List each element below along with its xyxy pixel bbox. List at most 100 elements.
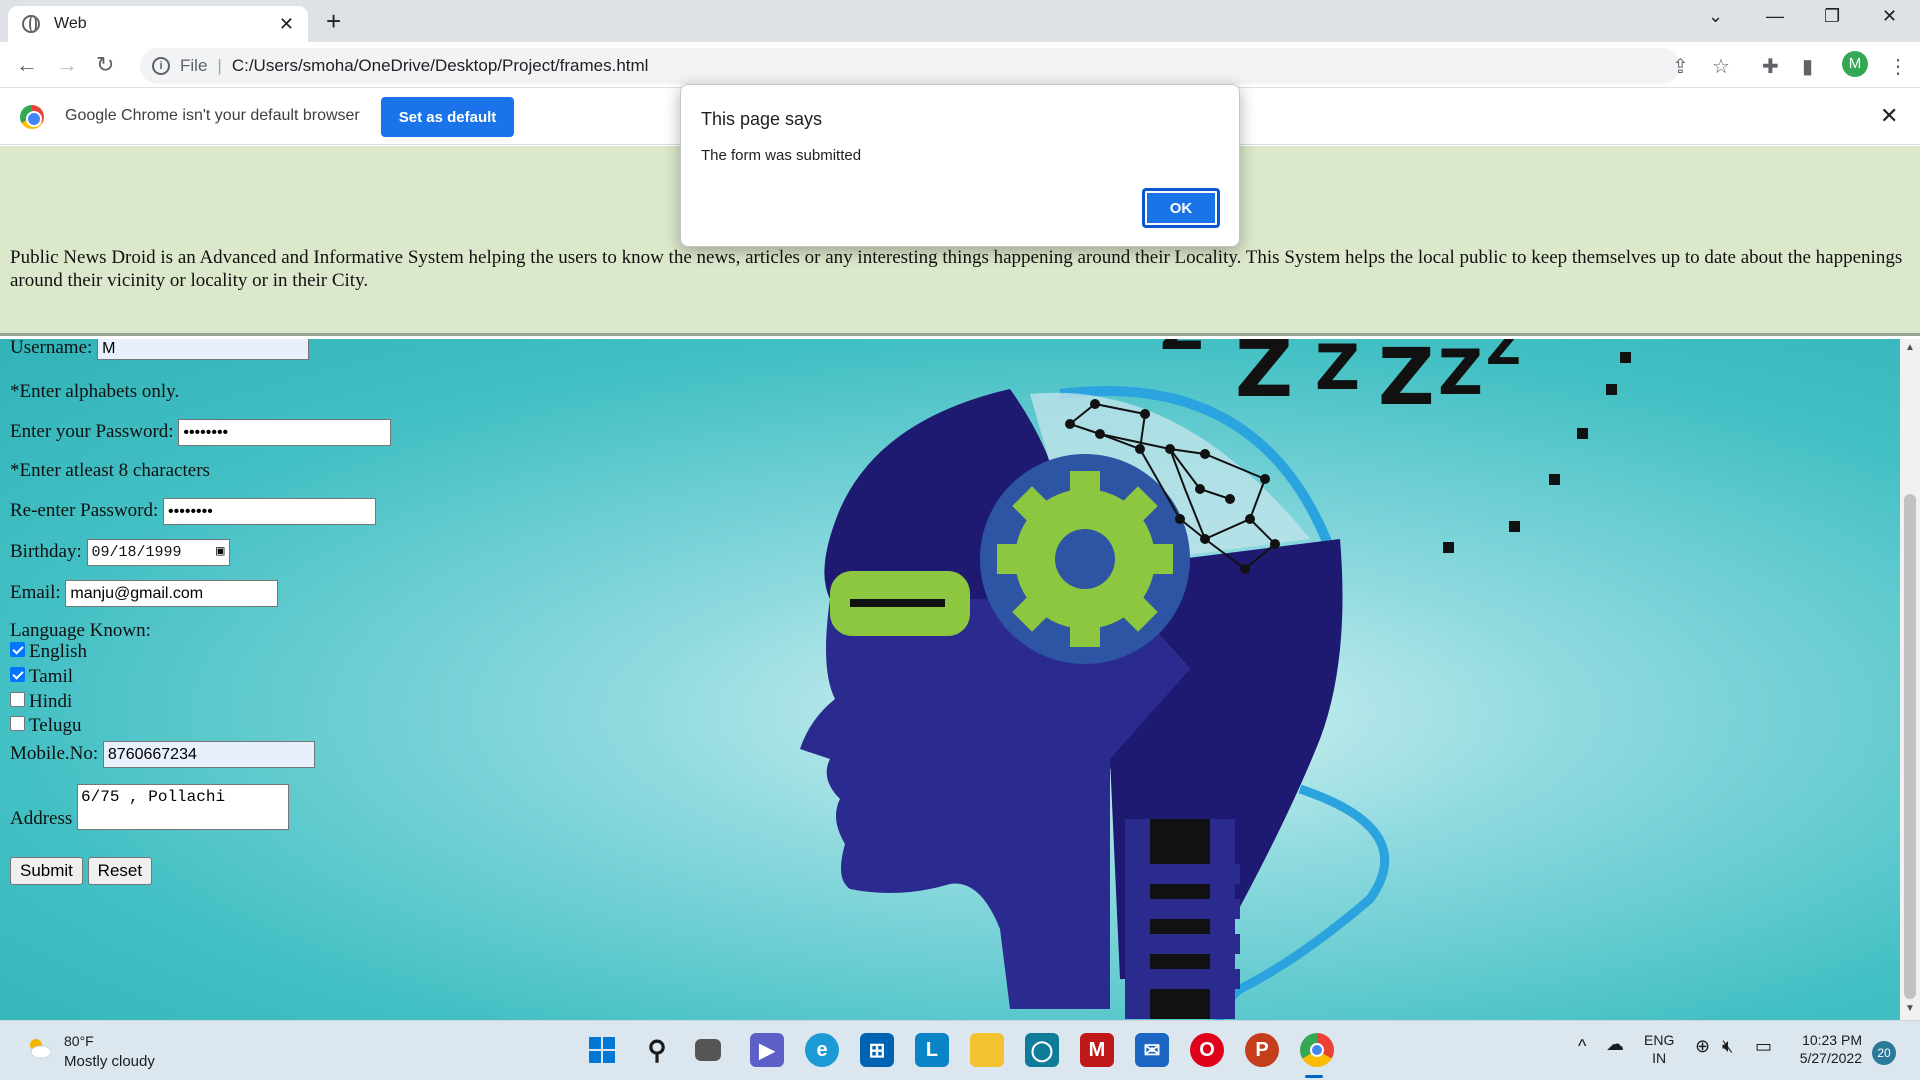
- close-tab-icon[interactable]: ✕: [279, 14, 294, 35]
- language-line1: ENG: [1644, 1032, 1675, 1048]
- svg-text:Z: Z: [1315, 339, 1360, 404]
- network-icon[interactable]: ⊕: [1695, 1037, 1710, 1055]
- password-input[interactable]: [178, 419, 392, 446]
- reset-button[interactable]: Reset: [87, 857, 153, 885]
- forward-icon[interactable]: →: [56, 52, 78, 78]
- opera-icon[interactable]: O: [1190, 1033, 1224, 1067]
- scroll-down-icon[interactable]: ▼: [1905, 1003, 1915, 1014]
- language-option-telugu[interactable]: Telugu: [10, 715, 82, 737]
- email-input[interactable]: [65, 580, 279, 607]
- battery-icon[interactable]: ▭: [1755, 1037, 1772, 1055]
- birthday-row: Birthday: 09/18/1999 ▣: [10, 539, 230, 566]
- infobar-message: Google Chrome isn't your default browser: [65, 107, 360, 124]
- birthday-input[interactable]: 09/18/1999 ▣: [86, 539, 230, 566]
- active-app-indicator: [1305, 1075, 1323, 1078]
- tab-search-icon[interactable]: ⌄: [1708, 6, 1723, 27]
- tamil-label: Tamil: [29, 666, 74, 687]
- windows-logo-icon: [589, 1037, 615, 1063]
- file-explorer-icon[interactable]: [970, 1033, 1004, 1067]
- password-label: Enter your Password:: [10, 420, 174, 442]
- address-text: C:/Users/smoha/OneDrive/Desktop/Project/…: [231, 56, 649, 75]
- address-label: Address: [10, 808, 73, 829]
- calendar-icon[interactable]: ▣: [216, 540, 224, 565]
- notification-badge[interactable]: 20: [1872, 1041, 1896, 1065]
- tab-web[interactable]: Web ✕: [8, 6, 308, 42]
- powerpoint-icon[interactable]: P: [1245, 1033, 1279, 1067]
- language-option-hindi[interactable]: Hindi: [10, 691, 72, 713]
- minimize-button[interactable]: —: [1766, 6, 1784, 27]
- site-info-icon[interactable]: i: [152, 57, 170, 75]
- alexa-icon[interactable]: ◯: [1025, 1033, 1059, 1067]
- password-row: Enter your Password:: [10, 419, 392, 446]
- repassword-input[interactable]: [163, 498, 377, 525]
- submit-button[interactable]: Submit: [10, 857, 83, 885]
- username-label: Username:: [10, 339, 93, 358]
- hindi-label: Hindi: [29, 691, 73, 712]
- address-separator: |: [217, 56, 222, 75]
- mobile-label: Mobile.No:: [10, 742, 99, 764]
- search-icon[interactable]: ⚲: [640, 1033, 674, 1067]
- form-buttons: Submit Reset: [10, 857, 153, 885]
- restore-button[interactable]: ❐: [1824, 6, 1840, 27]
- reload-icon[interactable]: ↻: [96, 52, 114, 78]
- onedrive-icon[interactable]: ☁: [1606, 1035, 1624, 1053]
- mcafee-icon[interactable]: M: [1080, 1033, 1114, 1067]
- teams-chat-icon[interactable]: ▶: [750, 1033, 784, 1067]
- svg-text:Z: Z: [1235, 339, 1293, 415]
- username-input[interactable]: [97, 339, 310, 360]
- ok-button[interactable]: OK: [1142, 188, 1220, 228]
- close-infobar-icon[interactable]: ✕: [1880, 103, 1898, 129]
- tamil-checkbox[interactable]: [10, 667, 25, 683]
- new-tab-button[interactable]: +: [326, 6, 341, 37]
- close-window-button[interactable]: ✕: [1882, 6, 1897, 27]
- alert-dialog: This page says The form was submitted OK: [680, 84, 1240, 247]
- svg-text:Z: Z: [1486, 339, 1521, 376]
- globe-icon: [22, 15, 40, 33]
- bottom-frame-scrollbar[interactable]: ▲ ▼: [1900, 339, 1920, 1020]
- lenovo-icon[interactable]: L: [915, 1033, 949, 1067]
- address-bar[interactable]: i File | C:/Users/smoha/OneDrive/Desktop…: [140, 48, 1680, 84]
- extensions-icon[interactable]: ✚: [1762, 54, 1779, 79]
- dialog-message: The form was submitted: [701, 147, 862, 164]
- language-option-tamil[interactable]: Tamil: [10, 666, 73, 688]
- address-textarea[interactable]: 6/75 , Pollachi: [77, 784, 290, 830]
- profile-avatar[interactable]: M: [1842, 51, 1868, 77]
- username-row: Username:: [10, 339, 310, 360]
- address-row: Address 6/75 , Pollachi: [10, 784, 290, 830]
- volume-muted-icon[interactable]: 🔇︎: [1722, 1037, 1733, 1055]
- email-label: Email:: [10, 581, 61, 603]
- english-checkbox[interactable]: [10, 642, 25, 658]
- telugu-checkbox[interactable]: [10, 716, 25, 732]
- page-content: Public News Droid is an Advanced and Inf…: [0, 146, 1920, 1020]
- language-indicator[interactable]: ENG IN: [1644, 1031, 1674, 1067]
- store-icon[interactable]: ⊞: [860, 1033, 894, 1067]
- start-button[interactable]: [585, 1033, 619, 1067]
- show-hidden-icons[interactable]: ^: [1578, 1037, 1586, 1055]
- partly-cloudy-icon: [30, 1039, 52, 1059]
- svg-text:Z: Z: [1378, 339, 1435, 423]
- email-row: Email:: [10, 580, 279, 607]
- bottom-frame: Z Z Z Z Z Z: [0, 339, 1900, 1020]
- language-label: Language Known:: [10, 620, 151, 641]
- hindi-checkbox[interactable]: [10, 692, 25, 708]
- bookmark-star-icon[interactable]: ☆: [1712, 54, 1730, 79]
- tab-title: Web: [54, 15, 87, 32]
- side-panel-icon[interactable]: ▮: [1802, 54, 1813, 79]
- scrollbar-thumb[interactable]: [1904, 494, 1916, 999]
- svg-text:Z: Z: [1438, 339, 1483, 409]
- task-view-icon[interactable]: [695, 1039, 721, 1061]
- mail-icon[interactable]: ✉: [1135, 1033, 1169, 1067]
- weather-description[interactable]: Mostly cloudy: [64, 1053, 155, 1070]
- edge-icon[interactable]: e: [805, 1033, 839, 1067]
- language-option-english[interactable]: English: [10, 641, 87, 663]
- share-icon[interactable]: ⇪: [1672, 54, 1689, 79]
- set-as-default-button[interactable]: Set as default: [381, 97, 514, 137]
- menu-icon[interactable]: ⋮: [1888, 54, 1908, 79]
- chrome-taskbar-icon[interactable]: [1300, 1033, 1334, 1067]
- clock[interactable]: 10:23 PM 5/27/2022: [1792, 1031, 1862, 1067]
- mobile-input[interactable]: [102, 741, 315, 768]
- weather-temperature[interactable]: 80°F: [64, 1033, 94, 1049]
- scroll-up-icon[interactable]: ▲: [1905, 342, 1915, 353]
- back-icon[interactable]: ←: [16, 52, 38, 78]
- clock-time: 10:23 PM: [1802, 1032, 1862, 1048]
